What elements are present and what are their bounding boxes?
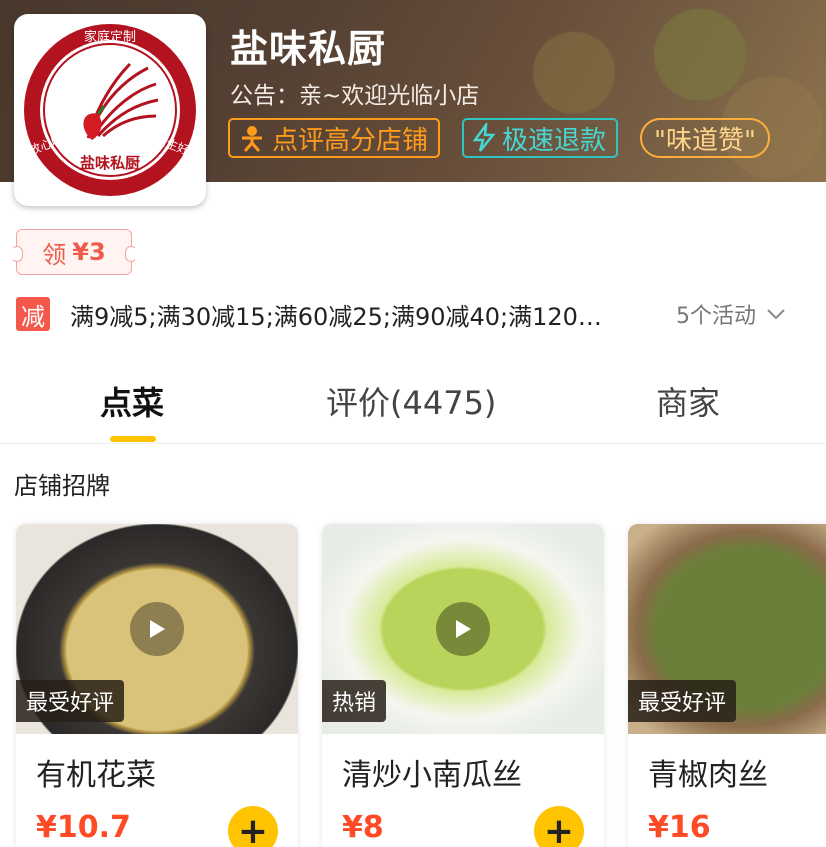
coupon-amount: ¥3 <box>72 238 106 266</box>
dish-price: ¥16 <box>648 810 711 845</box>
add-to-cart-button[interactable]: + <box>228 806 278 847</box>
dish-card[interactable]: 最受好评 有机花菜 ¥10.7 + <box>16 524 298 847</box>
dish-name: 清炒小南瓜丝 <box>342 758 522 793</box>
dish-photo[interactable]: 最受好评 <box>628 524 826 734</box>
tag-fast-refund[interactable]: 极速退款 <box>462 118 619 158</box>
play-icon[interactable] <box>436 602 490 656</box>
shop-tags: 点评高分店铺 极速退款 "味道赞" <box>228 118 770 158</box>
activities-toggle[interactable]: 5个活动 <box>676 296 786 332</box>
coupon-label: 领 <box>42 240 67 269</box>
tab-bar: 点菜 评价(4475) 商家 <box>0 360 826 444</box>
dish-photo[interactable]: 最受好评 <box>16 524 298 734</box>
tag-taste-praise-label: "味道赞" <box>654 125 756 156</box>
activities-count: 5个活动 <box>676 304 756 329</box>
promo-row[interactable]: 减 满9减5;满30减15;满60减25;满90减40;满120… 5个活动 <box>16 296 816 332</box>
tag-taste-praise[interactable]: "味道赞" <box>640 118 770 158</box>
dish-badge: 最受好评 <box>16 680 125 722</box>
tab-order[interactable]: 点菜 <box>100 378 164 424</box>
add-to-cart-button[interactable]: + <box>534 806 584 847</box>
dish-badge: 最受好评 <box>628 680 737 722</box>
dish-badge: 热销 <box>322 680 387 722</box>
section-title: 店铺招牌 <box>14 472 110 500</box>
dish-name: 有机花菜 <box>36 758 156 793</box>
dish-price: ¥10.7 <box>36 810 131 845</box>
dish-name: 青椒肉丝 <box>648 758 768 793</box>
chevron-down-icon <box>767 309 785 320</box>
tag-high-rating[interactable]: 点评高分店铺 <box>228 118 441 158</box>
play-icon[interactable] <box>130 602 184 656</box>
tab-reviews[interactable]: 评价(4475) <box>326 378 496 424</box>
shop-notice[interactable]: 公告：亲~欢迎光临小店 <box>230 76 479 110</box>
person-icon <box>242 126 262 152</box>
lightning-icon <box>472 123 496 152</box>
promo-text: 满9减5;满30减15;满60减25;满90减40;满120… <box>70 302 602 331</box>
active-tab-indicator <box>110 436 156 442</box>
logo-top-text: 家庭定制 <box>83 30 136 45</box>
dish-photo[interactable]: 热销 <box>322 524 604 734</box>
logo-seal <box>24 24 196 196</box>
dish-card[interactable]: 热销 清炒小南瓜丝 ¥8 + <box>322 524 604 847</box>
shop-logo[interactable]: 家庭定制 盐味私厨 放心吃 卫生好 <box>14 14 206 206</box>
tag-fast-refund-label: 极速退款 <box>502 125 607 156</box>
coupon-button[interactable]: 领 ¥3 <box>11 229 137 275</box>
discount-badge: 减 <box>16 297 50 331</box>
dish-card[interactable]: 最受好评 青椒肉丝 ¥16 <box>628 524 826 847</box>
dish-price: ¥8 <box>342 810 384 845</box>
tag-high-rating-label: 点评高分店铺 <box>272 125 429 156</box>
shop-name: 盐味私厨 <box>230 27 387 71</box>
tab-merchant[interactable]: 商家 <box>656 378 720 424</box>
